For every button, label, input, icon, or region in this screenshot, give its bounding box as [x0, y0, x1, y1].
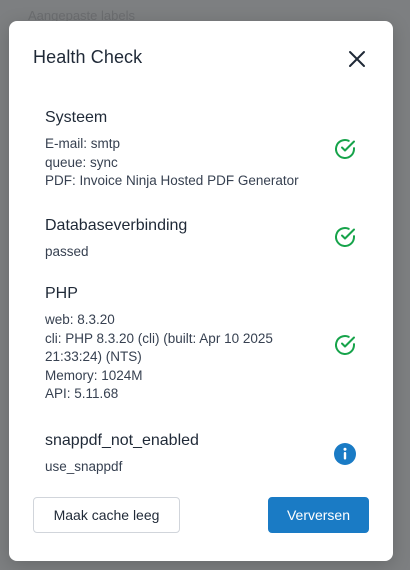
section-line: PDF: Invoice Ninja Hosted PDF Generator — [45, 173, 299, 188]
dialog-header: Health Check — [33, 47, 369, 71]
section-line: cli: PHP 8.3.20 (cli) (built: Apr 10 202… — [45, 330, 273, 346]
clear-cache-button[interactable]: Maak cache leeg — [33, 497, 180, 533]
section-line: API: 5.11.68 — [45, 386, 119, 401]
dialog-title: Health Check — [33, 47, 143, 67]
section-line: use_snappdf — [45, 459, 123, 474]
section-php: PHP web: 8.3.20 cli: PHP 8.3.20 (cli) (b… — [45, 285, 357, 404]
refresh-button[interactable]: Verversen — [268, 497, 369, 533]
section-title: snappdf_not_enabled — [45, 432, 199, 449]
section-databaseverbinding: Databaseverbinding passed — [45, 217, 357, 262]
close-icon — [349, 51, 365, 67]
check-circle-icon — [335, 227, 355, 247]
check-circle-icon — [335, 335, 355, 355]
section-line: Memory: 1024M — [45, 367, 143, 383]
close-button[interactable] — [345, 47, 369, 71]
section-line: E-mail: smtp — [45, 136, 121, 151]
section-line: web: 8.3.20 — [45, 312, 115, 327]
section-line: 21:33:24) (NTS) — [45, 349, 142, 364]
section-title: Systeem — [45, 109, 108, 126]
section-title: Databaseverbinding — [45, 217, 188, 234]
health-check-dialog: Health Check Systeem E-mail: smtp queue:… — [9, 21, 393, 561]
section-systeem: Systeem E-mail: smtp queue: sync PDF: In… — [45, 109, 357, 191]
info-icon — [334, 443, 356, 465]
section-line: queue: sync — [45, 154, 118, 170]
check-circle-icon — [335, 139, 355, 159]
section-snappdf: snappdf_not_enabled use_snappdf — [45, 432, 357, 477]
section-line: passed — [45, 244, 89, 259]
section-title: PHP — [45, 285, 78, 302]
